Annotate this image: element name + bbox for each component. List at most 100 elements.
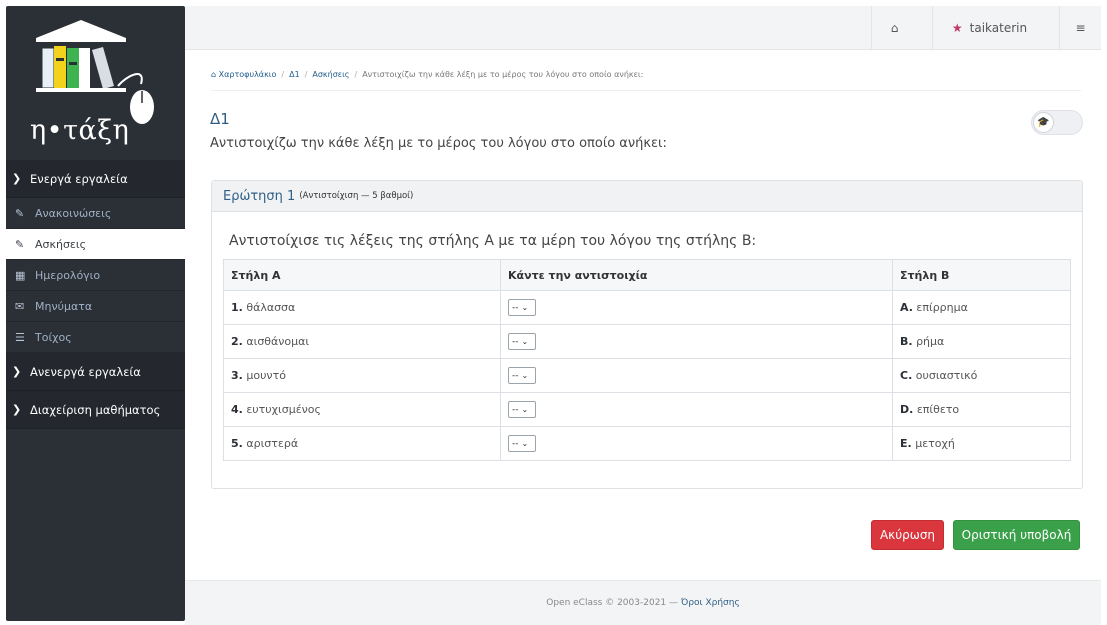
sidebar-item-announcements[interactable]: ✎ Ανακοινώσεις bbox=[6, 198, 185, 229]
select-value: -- bbox=[512, 404, 519, 415]
match-select[interactable]: -- ⌄ bbox=[508, 333, 536, 350]
table-row: 2. αισθάνομαι -- ⌄ B. ρήμα bbox=[223, 324, 1071, 359]
sidebar: η•τάξη ❯ Ενεργά εργαλεία ✎ Ανακοινώσεις … bbox=[6, 6, 185, 621]
table-row: 5. αριστερά -- ⌄ E. μετοχή bbox=[223, 426, 1071, 461]
match-select[interactable]: -- ⌄ bbox=[508, 435, 536, 452]
avatar: ★ bbox=[951, 21, 963, 35]
row-letter: B. bbox=[900, 335, 913, 348]
list-icon: ☰ bbox=[15, 330, 25, 344]
breadcrumb: ⌂ Χαρτοφυλάκιο / Δ1/Ασκήσεις / Αντιστοιχίζω … bbox=[211, 70, 644, 79]
question-title: Ερώτηση 1 bbox=[223, 188, 296, 204]
row-number: 2. bbox=[231, 335, 243, 348]
column-b-part: επίρρημα bbox=[916, 301, 968, 314]
sidebar-item-label: Τοίχος bbox=[35, 330, 72, 344]
row-number: 4. bbox=[231, 403, 243, 416]
table-row: 4. ευτυχισμένος -- ⌄ D. επίθετο bbox=[223, 392, 1071, 427]
home-button[interactable]: ⌂ bbox=[871, 6, 917, 50]
page-title: Δ1 bbox=[210, 110, 230, 128]
select-value: -- bbox=[512, 302, 519, 313]
chevron-down-icon: ❯ bbox=[12, 172, 22, 185]
footer: Open eClass © 2003-2021 — Όροι Χρήσης bbox=[185, 580, 1101, 625]
select-value: -- bbox=[512, 438, 519, 449]
divider bbox=[211, 90, 1081, 91]
question-meta: (Αντιστοίχιση — 5 βαθμοί) bbox=[299, 191, 414, 201]
row-letter: C. bbox=[900, 369, 913, 382]
row-number: 1. bbox=[231, 301, 243, 314]
chevron-down-icon: ⌄ bbox=[521, 405, 529, 414]
sidebar-section-inactive-tools[interactable]: ❯ Ανενεργά εργαλεία bbox=[6, 353, 185, 391]
pencil-square-icon: ✎ bbox=[15, 237, 25, 251]
table-row: 1. θάλασσα -- ⌄ A. επίρρημα bbox=[223, 290, 1071, 325]
column-b-part: ρήμα bbox=[916, 335, 945, 348]
sliders-icon: ≡ bbox=[1075, 21, 1086, 35]
column-b-part: μετοχή bbox=[915, 437, 955, 450]
sidebar-section-active-tools[interactable]: ❯ Ενεργά εργαλεία bbox=[6, 160, 185, 198]
breadcrumb-exercises[interactable]: Ασκήσεις bbox=[312, 70, 349, 79]
question-panel: Ερώτηση 1 (Αντιστοίχιση — 5 βαθμοί) Αντι… bbox=[211, 180, 1083, 489]
row-letter: D. bbox=[900, 403, 914, 416]
select-value: -- bbox=[512, 336, 519, 347]
column-a-word: αισθάνομαι bbox=[246, 335, 310, 348]
breadcrumb-home-icon: ⌂ bbox=[211, 70, 219, 79]
breadcrumb-current: Αντιστοιχίζω την κάθε λέξη με το μέρος τ… bbox=[362, 70, 644, 79]
footer-text: Open eClass © 2003-2021 — bbox=[546, 598, 679, 608]
question-heading: Ερώτηση 1 (Αντιστοίχιση — 5 βαθμοί) bbox=[212, 181, 1082, 212]
sidebar-item-label: Ημερολόγιο bbox=[35, 268, 101, 282]
row-letter: E. bbox=[900, 437, 912, 450]
chevron-down-icon: ⌄ bbox=[521, 337, 529, 346]
terms-link[interactable]: Όροι Χρήσης bbox=[681, 598, 740, 608]
breadcrumb-portfolio[interactable]: Χαρτοφυλάκιο bbox=[219, 70, 277, 79]
column-a-word: θάλασσα bbox=[246, 301, 296, 314]
sidebar-item-wall[interactable]: ☰ Τοίχος bbox=[6, 322, 185, 353]
sidebar-section-label: Διαχείριση μαθήματος bbox=[30, 402, 161, 417]
username: taikaterin bbox=[969, 21, 1028, 35]
settings-button[interactable]: ≡ bbox=[1059, 6, 1101, 50]
row-letter: A. bbox=[900, 301, 913, 314]
sidebar-section-label: Ανενεργά εργαλεία bbox=[30, 364, 141, 379]
envelope-icon: ✉ bbox=[15, 299, 25, 313]
match-select[interactable]: -- ⌄ bbox=[508, 401, 536, 418]
sidebar-item-label: Ανακοινώσεις bbox=[35, 206, 112, 220]
breadcrumb-course[interactable]: Δ1 bbox=[289, 70, 300, 79]
sidebar-section-label: Ενεργά εργαλεία bbox=[30, 171, 128, 186]
column-header: Στήλη A bbox=[223, 259, 501, 291]
question-text: Αντιστοίχισε τις λέξεις της στήλης A με … bbox=[229, 233, 757, 249]
megaphone-icon: ✎ bbox=[15, 206, 25, 220]
page-description: Αντιστοιχίζω την κάθε λέξη με το μέρος τ… bbox=[210, 136, 667, 151]
column-a-word: αριστερά bbox=[246, 437, 299, 450]
sidebar-item-calendar[interactable]: ▦ Ημερολόγιο bbox=[6, 260, 185, 291]
chevron-down-icon: ⌄ bbox=[521, 371, 529, 380]
chevron-down-icon: ⌄ bbox=[521, 439, 529, 448]
chevron-right-icon: ❯ bbox=[12, 365, 22, 378]
sidebar-section-course-admin[interactable]: ❯ Διαχείριση μαθήματος bbox=[6, 391, 185, 429]
graduation-cap-icon: 🎓 bbox=[1033, 112, 1054, 133]
student-view-toggle[interactable]: 🎓 bbox=[1031, 110, 1083, 135]
table-row: 3. μουντό -- ⌄ C. ουσιαστικό bbox=[223, 358, 1071, 393]
column-b-part: επίθετο bbox=[916, 403, 960, 416]
home-icon: ⌂ bbox=[890, 21, 899, 35]
column-b-part: ουσιαστικό bbox=[915, 369, 978, 382]
logo-text: η•τάξη bbox=[30, 115, 130, 146]
matching-table: Στήλη A Κάντε την αντιστοιχία Στήλη B 1.… bbox=[223, 259, 1071, 461]
sidebar-item-label: Μηνύματα bbox=[35, 299, 93, 313]
top-bar: ⌂ ★ taikaterin ≡ bbox=[185, 6, 1101, 50]
column-a-word: ευτυχισμένος bbox=[246, 403, 321, 416]
sidebar-item-exercises[interactable]: ✎ Ασκήσεις bbox=[6, 229, 185, 260]
chevron-down-icon: ⌄ bbox=[521, 303, 529, 312]
column-a-word: μουντό bbox=[246, 369, 286, 382]
select-value: -- bbox=[512, 370, 519, 381]
row-number: 5. bbox=[231, 437, 243, 450]
row-number: 3. bbox=[231, 369, 243, 382]
column-header: Στήλη B bbox=[892, 259, 1071, 291]
chevron-right-icon: ❯ bbox=[12, 403, 22, 416]
user-menu-button[interactable]: ★ taikaterin bbox=[932, 6, 1046, 50]
submit-button[interactable]: Οριστική υποβολή bbox=[953, 520, 1080, 550]
calendar-icon: ▦ bbox=[15, 268, 26, 282]
match-select[interactable]: -- ⌄ bbox=[508, 367, 536, 384]
main-content: ⌂ Χαρτοφυλάκιο / Δ1/Ασκήσεις / Αντιστοιχίζω … bbox=[185, 50, 1101, 625]
sidebar-item-label: Ασκήσεις bbox=[35, 237, 87, 251]
logo[interactable]: η•τάξη bbox=[6, 6, 185, 160]
match-select[interactable]: -- ⌄ bbox=[508, 299, 536, 316]
sidebar-item-messages[interactable]: ✉ Μηνύματα bbox=[6, 291, 185, 322]
cancel-button[interactable]: Ακύρωση bbox=[871, 520, 944, 550]
